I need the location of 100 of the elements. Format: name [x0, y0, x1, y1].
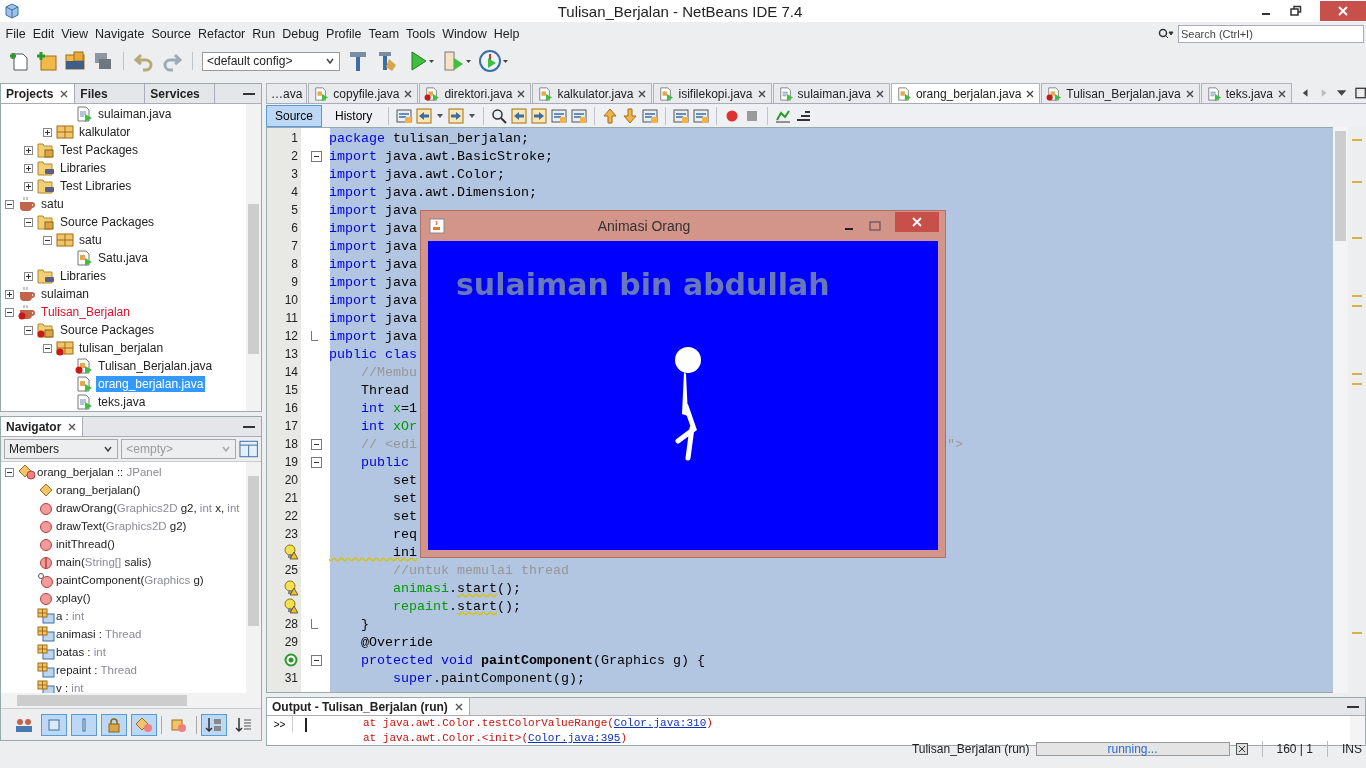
new-file-icon[interactable] [8, 50, 30, 72]
close-icon[interactable] [1025, 88, 1036, 99]
editor-tab[interactable]: Tulisan_Berjalan.java [1041, 83, 1200, 103]
menu-item[interactable]: Help [490, 27, 523, 41]
menu-item[interactable]: Debug [278, 27, 323, 41]
member-item[interactable]: initThread() [56, 537, 115, 551]
members-dropdown[interactable]: Members [4, 439, 119, 459]
expander-icon[interactable] [24, 163, 33, 173]
expander-icon[interactable] [5, 199, 14, 209]
expander-icon[interactable] [24, 217, 33, 227]
tree-item[interactable]: Satu.java [96, 250, 151, 266]
editor-tab[interactable]: orang_berjalan.java [890, 83, 1041, 103]
view-tab[interactable]: Source [266, 104, 323, 127]
expander-icon[interactable] [5, 289, 14, 299]
arrow-down-icon[interactable] [622, 107, 639, 124]
arrow-right-icon[interactable] [531, 107, 548, 124]
sort-button[interactable] [201, 713, 227, 736]
new-project-icon[interactable] [36, 50, 58, 72]
source-link[interactable]: Color.java:310 [613, 717, 707, 729]
restore-icon[interactable] [1290, 5, 1302, 17]
caret-icon[interactable] [1336, 87, 1348, 99]
expander-icon[interactable] [24, 181, 33, 191]
member-item[interactable]: v : int [56, 681, 84, 693]
tree-item[interactable]: Libraries [58, 160, 109, 176]
arrow-up-icon[interactable] [602, 107, 619, 124]
tree-item[interactable]: kalkulator [77, 124, 133, 140]
expander-icon[interactable] [43, 127, 52, 137]
scrollbar[interactable] [246, 462, 261, 693]
search-icon[interactable] [1158, 28, 1174, 40]
panel-tab[interactable]: Projects [1, 84, 76, 103]
fold-icon[interactable] [311, 150, 322, 162]
member-item[interactable]: repaint : Thread [56, 663, 137, 677]
close-icon[interactable] [756, 88, 767, 99]
scrollbar[interactable] [1350, 716, 1365, 745]
expander-icon[interactable] [43, 343, 52, 353]
panel-tab[interactable]: Output - Tulisan_Berjalan (run) [267, 698, 470, 715]
tree-item[interactable]: Tulisan_Berjalan [39, 304, 132, 320]
editor-tab[interactable]: isifilekopi.java [653, 83, 772, 103]
code-editor[interactable] [266, 127, 1333, 693]
lightbulb-warning-icon[interactable] [284, 598, 298, 614]
member-item[interactable]: main(String[] salis) [56, 555, 152, 569]
panel-tab[interactable]: Navigator [1, 417, 84, 436]
close-icon[interactable] [1277, 88, 1287, 99]
fold-icon[interactable] [311, 654, 322, 666]
tree-item[interactable]: sulaiman.java [96, 106, 174, 122]
menu-item[interactable]: Team [365, 27, 403, 41]
arrow-right-icon[interactable] [448, 107, 465, 124]
menu-item[interactable]: Run [248, 27, 279, 41]
tree-item[interactable]: satu [39, 196, 66, 212]
lightbulb-warning-icon[interactable] [284, 580, 298, 596]
search-icon[interactable] [491, 107, 508, 124]
config-dropdown[interactable]: <default config> [202, 51, 340, 71]
menu-item[interactable]: View [57, 27, 92, 41]
tree-item[interactable]: sulaiman [39, 286, 92, 302]
clock-run-icon[interactable] [478, 49, 510, 73]
editor-tab[interactable]: teks.java [1200, 83, 1292, 103]
member-item[interactable]: drawText(Graphics2D g2) [56, 519, 187, 533]
member-item[interactable]: batas : int [56, 645, 106, 659]
shapes-button[interactable] [131, 713, 157, 736]
square-button[interactable] [41, 713, 67, 736]
tree-item[interactable]: Libraries [58, 268, 109, 284]
expander-icon[interactable] [24, 271, 33, 281]
menu-item[interactable]: Window [438, 27, 491, 41]
caret-icon[interactable] [468, 111, 477, 120]
tree-item[interactable]: teks.java [96, 394, 148, 410]
member-item[interactable]: orang_berjalan() [56, 483, 141, 497]
editor-tab[interactable]: kalkulator.java [532, 83, 653, 103]
panel-tab[interactable]: Services [145, 84, 216, 103]
bar-button[interactable] [71, 713, 97, 736]
menu-item[interactable]: Source [147, 27, 195, 41]
maximize-icon[interactable] [1354, 87, 1366, 99]
close-icon[interactable] [59, 88, 70, 99]
arrow-left-icon[interactable] [416, 107, 433, 124]
expander-icon[interactable] [43, 235, 52, 245]
expander-icon[interactable] [24, 145, 33, 155]
menu-item[interactable]: Profile [322, 27, 365, 41]
source-link[interactable]: Color.java:395 [528, 732, 621, 744]
close-button[interactable] [895, 212, 939, 232]
cancel-icon[interactable] [1235, 743, 1248, 755]
editor-tab[interactable]: …ava [266, 83, 308, 103]
member-item[interactable]: xplay() [56, 591, 91, 605]
folder-icon[interactable] [64, 50, 86, 72]
tree-item[interactable]: satu [77, 232, 104, 248]
tree-item[interactable]: Source Packages [58, 322, 157, 338]
expander-icon[interactable] [24, 325, 33, 335]
scrollbar[interactable] [246, 104, 261, 411]
close-icon[interactable] [516, 88, 527, 99]
arrow-left-icon[interactable] [511, 107, 528, 124]
member-item[interactable]: a : int [56, 609, 85, 623]
expander-icon[interactable] [5, 307, 14, 317]
close-icon[interactable] [1184, 88, 1195, 99]
menu-item[interactable]: Refactor [194, 27, 249, 41]
member-item[interactable]: drawOrang(Graphics2D g2, int x, int [56, 501, 240, 515]
tree-item[interactable]: Test Packages [58, 142, 141, 158]
tree-item[interactable]: Tulisan_Berjalan.java [96, 358, 215, 374]
minimize-icon[interactable] [1347, 705, 1359, 708]
lock-button[interactable] [101, 713, 127, 736]
member-item[interactable]: paintComponent(Graphics g) [56, 573, 204, 587]
close-icon[interactable] [403, 88, 414, 99]
tree-item[interactable]: Test Libraries [58, 178, 134, 194]
